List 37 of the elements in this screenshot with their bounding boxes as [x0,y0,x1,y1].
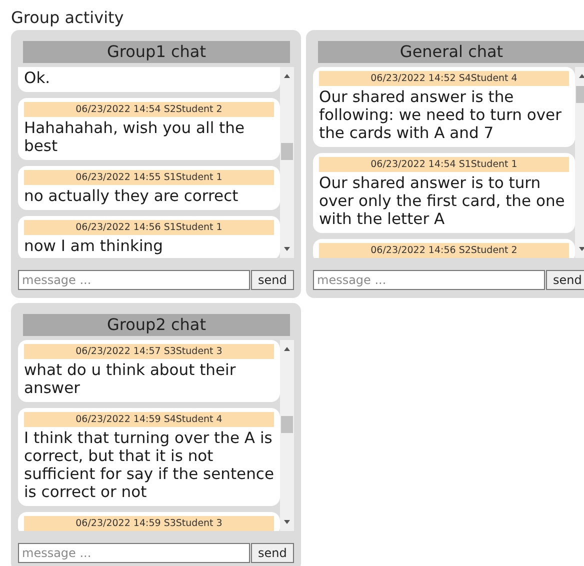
scroll-down-icon[interactable] [283,246,291,252]
message-header: 06/23/2022 14:59 S4Student 4 [24,412,274,427]
message-text: I think that turning over the A is correct, but that it is not sufficient for say if the sentence is correct or not [24,428,274,501]
message-text: now I am thinking [24,236,164,255]
send-button[interactable]: send [251,270,294,290]
scroll-up-icon[interactable] [283,73,291,79]
message-text: Hahahahah, wish you all the best [24,118,246,155]
message-header: 06/23/2022 14:57 S3Student 3 [24,344,274,359]
message-header: 06/23/2022 14:54 S2Student 2 [24,102,274,117]
message-field[interactable]: message ... [18,270,250,290]
message-text: Ok. [24,68,52,87]
message-text: no actually they are correct [24,186,240,205]
message-header: 06/23/2022 14:59 S3Student 3 [24,516,274,531]
scroll-up-icon[interactable] [283,346,291,352]
scroll-thumb[interactable] [281,416,293,434]
message-field[interactable]: message ... [18,543,250,563]
page-title: Group activity [11,8,124,27]
chat-title: Group1 chat [23,41,290,63]
scroll-down-icon[interactable] [578,246,584,252]
send-button[interactable]: send [546,270,584,290]
message-header: 06/23/2022 14:55 S1Student 1 [24,170,274,185]
message-text: what do u think about their answer [24,360,237,397]
message-header: 06/23/2022 14:56 S2Student 2 [319,243,569,258]
message-header: 06/23/2022 14:54 S1Student 1 [319,157,569,172]
message-text: Our shared answer is to turn over only the first card, the one with the letter A [319,173,566,228]
scroll-down-icon[interactable] [283,519,291,525]
chat-title: Group2 chat [23,314,290,336]
message-text: Our shared answer is the following: we need to turn over the cards with A and 7 [319,87,562,142]
message-header: 06/23/2022 14:56 S1Student 1 [24,220,274,235]
scrollbar[interactable] [280,340,294,531]
send-button[interactable]: send [251,543,294,563]
scroll-up-icon[interactable] [578,73,584,79]
chat-title: General chat [318,41,584,63]
scrollbar[interactable] [280,67,294,258]
scroll-thumb[interactable] [281,143,293,160]
message-header: 06/23/2022 14:52 S4Student 4 [319,71,569,86]
message-field[interactable]: message ... [313,270,545,290]
